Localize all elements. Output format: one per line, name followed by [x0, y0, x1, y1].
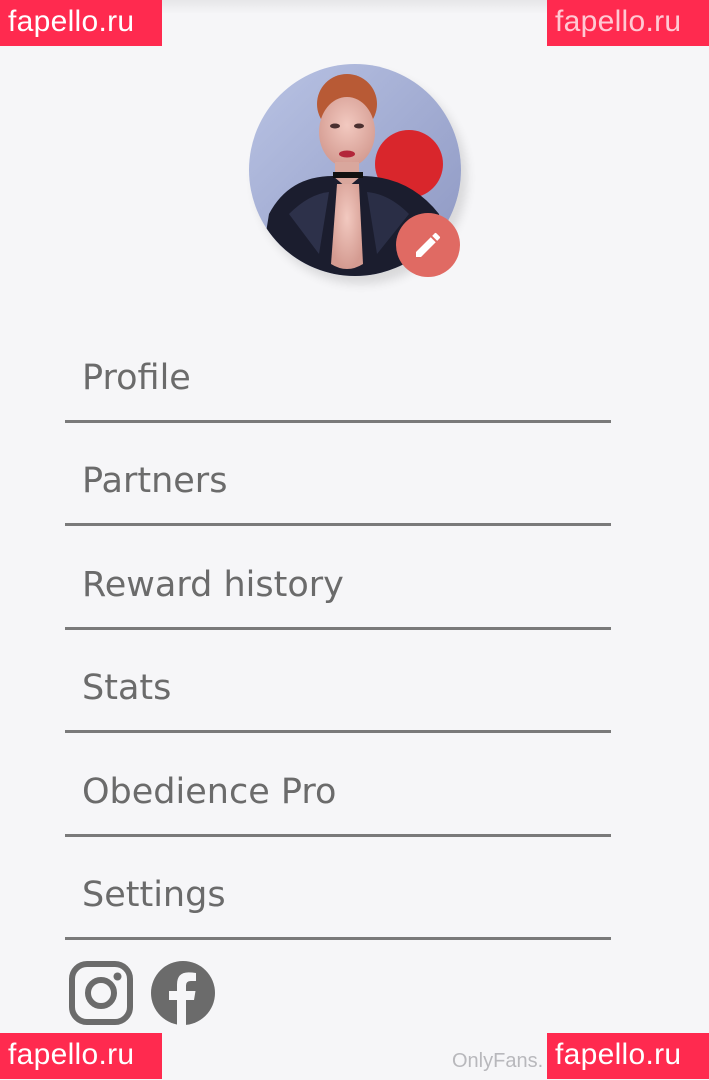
watermark-bottom-right: fapello.ru: [547, 1033, 709, 1079]
menu-screen: Profile Partners Reward history Stats Ob…: [0, 0, 709, 1080]
menu-item-obedience-pro[interactable]: Obedience Pro: [65, 733, 611, 837]
menu-item-reward-history[interactable]: Reward history: [65, 526, 611, 630]
edit-avatar-button[interactable]: [396, 213, 460, 277]
main-menu: Profile Partners Reward history Stats Ob…: [65, 319, 611, 940]
menu-item-settings[interactable]: Settings: [65, 837, 611, 940]
menu-item-stats[interactable]: Stats: [65, 630, 611, 733]
menu-item-label: Obedience Pro: [82, 771, 337, 812]
menu-item-label: Reward history: [82, 564, 344, 605]
pencil-icon: [416, 232, 441, 257]
instagram-icon[interactable]: [68, 960, 134, 1026]
menu-item-label: Settings: [82, 875, 226, 915]
social-links: [68, 960, 216, 1028]
menu-item-label: Partners: [82, 461, 228, 501]
watermark-top-right: fapello.ru: [547, 0, 709, 46]
menu-item-label: Profile: [82, 357, 191, 398]
onlyfans-watermark: OnlyFans.: [452, 1050, 544, 1072]
avatar-container: [249, 64, 461, 277]
menu-item-partners[interactable]: Partners: [65, 423, 611, 526]
menu-item-profile[interactable]: Profile: [65, 319, 611, 423]
watermark-top-left: fapello.ru: [0, 0, 162, 46]
menu-item-label: Stats: [82, 668, 172, 708]
watermark-bottom-left: fapello.ru: [0, 1033, 162, 1079]
facebook-icon[interactable]: [150, 960, 216, 1026]
